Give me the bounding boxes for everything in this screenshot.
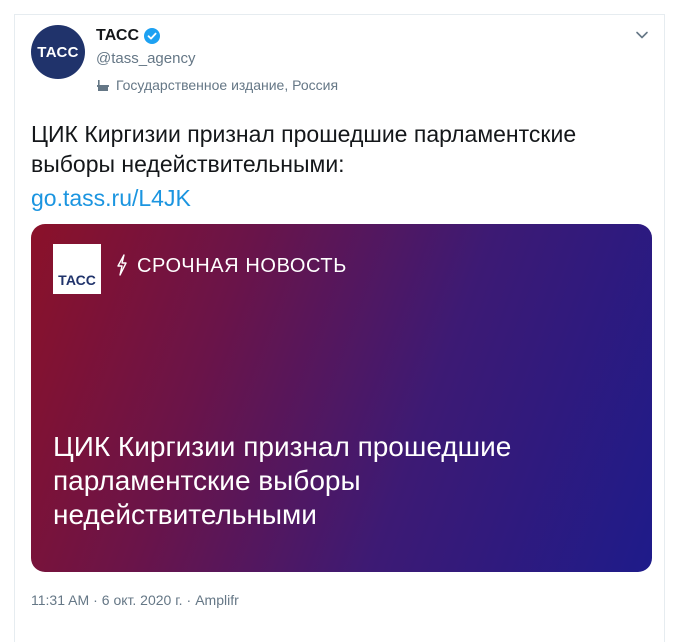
avatar-logo-text: ТАСС <box>37 43 79 61</box>
verified-badge-icon <box>144 28 161 44</box>
display-name[interactable]: ТАСС <box>96 27 139 45</box>
tweet-text: ЦИК Киргизии признал прошедшие парламент… <box>31 121 577 177</box>
urgent-news-label: СРОЧНАЯ НОВОСТЬ <box>137 255 347 277</box>
media-card[interactable]: ТАСС СРОЧНАЯ НОВОСТЬ ЦИК Киргизии призна… <box>31 224 652 572</box>
name-row: ТАСС <box>96 27 161 45</box>
avatar[interactable]: ТАСС <box>31 25 85 79</box>
meta-separator: · <box>186 592 192 608</box>
chevron-down-icon[interactable] <box>634 27 650 43</box>
account-label-text: Государственное издание, Россия <box>116 77 339 93</box>
tweet-time[interactable]: 11:31 AM <box>31 592 89 608</box>
account-handle[interactable]: @tass_agency <box>96 50 195 67</box>
tweet-link[interactable]: go.tass.ru/L4JK <box>31 183 191 213</box>
card-logo: ТАСС <box>53 244 101 294</box>
meta-separator: · <box>93 592 98 608</box>
government-building-icon <box>96 78 110 92</box>
tweet-meta: 11:31 AM · 6 окт. 2020 г. · Amplifr <box>31 592 239 608</box>
card-logo-text: ТАСС <box>58 272 96 288</box>
tweet-date[interactable]: 6 окт. 2020 г. <box>102 592 183 608</box>
card-headline: ЦИК Киргизии признал прошедшие парламент… <box>53 431 512 530</box>
tweet-source[interactable]: Amplifr <box>195 592 239 608</box>
tweet-card: ТАСС ТАСС @tass_agency Государственное и… <box>14 14 665 642</box>
lightning-icon <box>115 254 129 276</box>
account-label: Государственное издание, Россия <box>96 77 338 93</box>
